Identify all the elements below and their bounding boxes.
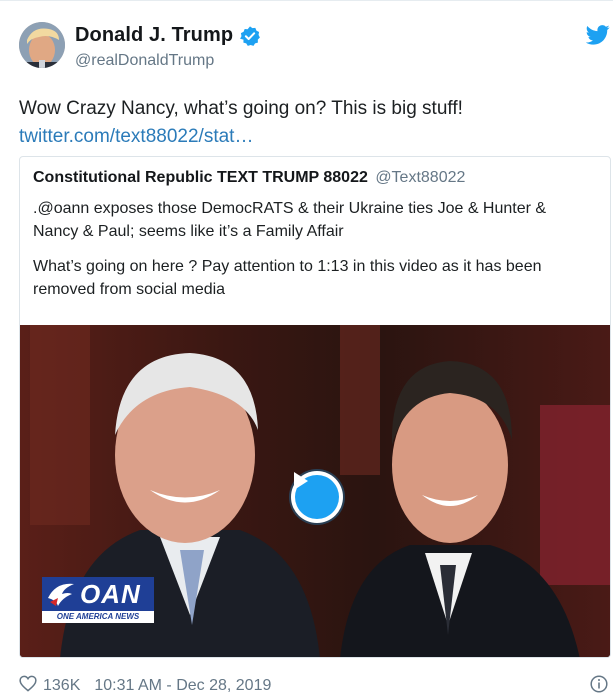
avatar[interactable] <box>19 22 65 68</box>
quoted-author-handle[interactable]: @Text88022 <box>375 169 465 186</box>
tweet-timestamp[interactable]: 10:31 AM - Dec 28, 2019 <box>94 677 271 695</box>
quoted-tweet-card[interactable]: Constitutional Republic TEXT TRUMP 88022… <box>19 156 611 658</box>
quoted-tweet-text: .@oann exposes those DemocRATS & their U… <box>33 197 593 313</box>
oan-logo-subtext: ONE AMERICA NEWS <box>42 611 154 623</box>
play-button[interactable] <box>291 471 343 523</box>
tweet-link[interactable]: twitter.com/text88022/stat… <box>19 123 599 151</box>
info-icon[interactable] <box>590 675 608 693</box>
oan-logo: OAN ONE AMERICA NEWS <box>42 577 154 623</box>
eagle-icon <box>48 583 74 606</box>
tweet-text: Wow Crazy Nancy, what’s going on? This i… <box>19 95 599 151</box>
quoted-paragraph: What’s going on here ? Pay attention to … <box>33 258 542 298</box>
heart-icon[interactable] <box>19 675 37 697</box>
author-display-name[interactable]: Donald J. Trump <box>75 24 233 47</box>
quoted-tweet-header: Constitutional Republic TEXT TRUMP 88022… <box>33 169 465 187</box>
quoted-paragraph: .@oann exposes those DemocRATS & their U… <box>33 200 547 240</box>
play-icon <box>294 472 339 519</box>
like-count[interactable]: 136K <box>43 677 80 695</box>
tweet-footer: 136K 10:31 AM - Dec 28, 2019 <box>19 675 271 697</box>
oan-logo-text: OAN <box>80 578 141 609</box>
author-handle[interactable]: @realDonaldTrump <box>75 52 214 70</box>
top-divider <box>0 0 613 1</box>
video-thumbnail[interactable]: OAN ONE AMERICA NEWS <box>20 325 610 657</box>
quoted-author-name[interactable]: Constitutional Republic TEXT TRUMP 88022 <box>33 169 368 186</box>
verified-badge-icon <box>239 25 261 47</box>
twitter-bird-icon[interactable] <box>585 24 610 46</box>
tweet-body: Wow Crazy Nancy, what’s going on? This i… <box>19 98 463 119</box>
